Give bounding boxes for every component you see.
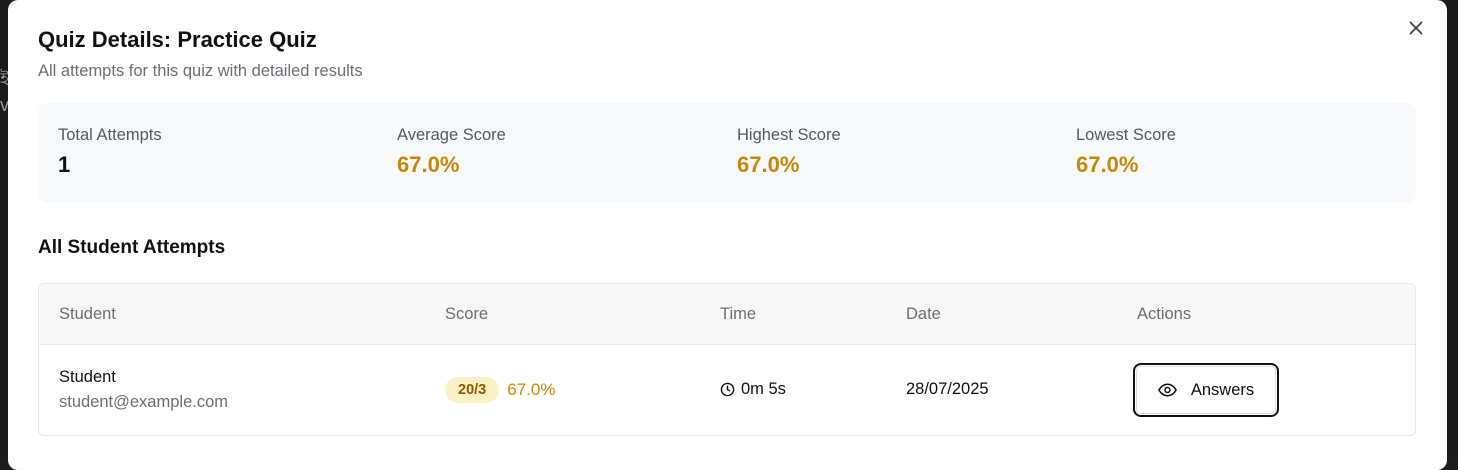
student-name: Student [59, 368, 116, 386]
stat-value: 67.0% [737, 152, 800, 177]
close-icon [1409, 21, 1423, 35]
column-header-student: Student [59, 305, 116, 323]
stats-summary: Total Attempts 1 Average Score 67.0% Hig… [38, 103, 1416, 203]
score-percent: 67.0% [507, 380, 556, 399]
answers-button-label: Answers [1190, 380, 1255, 399]
view-answers-button[interactable]: Answers [1133, 363, 1279, 417]
stat-value: 67.0% [397, 152, 460, 177]
column-header-date: Date [906, 305, 941, 323]
stat-label: Average Score [397, 126, 506, 144]
stat-total-attempts: Total Attempts 1 [58, 125, 162, 178]
dialog-subtitle: All attempts for this quiz with detailed… [38, 62, 363, 80]
section-title: All Student Attempts [38, 237, 226, 258]
column-header-actions: Actions [1137, 305, 1192, 323]
clock-icon [720, 382, 735, 397]
eye-icon [1158, 383, 1177, 397]
stat-label: Highest Score [737, 126, 841, 144]
dialog-title: Quiz Details: Practice Quiz [38, 27, 317, 52]
time-value: 0m 5s [741, 380, 786, 398]
stat-average-score: Average Score 67.0% [397, 125, 506, 178]
stat-label: Lowest Score [1076, 126, 1176, 144]
time-cell: 0m 5s [720, 380, 786, 399]
stat-label: Total Attempts [58, 126, 162, 144]
stat-value: 67.0% [1076, 152, 1139, 177]
quiz-details-dialog: Quiz Details: Practice Quiz All attempts… [8, 0, 1447, 470]
table-row: Student student@example.com 20/3 67.0% 0m… [39, 345, 1415, 435]
table-header: Student Score Time Date Actions [39, 284, 1415, 345]
column-header-time: Time [720, 305, 757, 323]
stat-lowest-score: Lowest Score 67.0% [1076, 125, 1176, 178]
stat-highest-score: Highest Score 67.0% [737, 125, 841, 178]
student-email: student@example.com [59, 393, 228, 411]
score-cell: 20/3 67.0% [445, 377, 555, 403]
close-button[interactable] [1406, 18, 1426, 38]
date-cell: 28/07/2025 [906, 380, 989, 398]
column-header-score: Score [445, 305, 489, 323]
attempts-table: Student Score Time Date Actions Student … [38, 283, 1416, 436]
student-cell: Student student@example.com [59, 367, 228, 412]
stat-value: 1 [58, 152, 71, 177]
score-badge: 20/3 [445, 377, 500, 403]
